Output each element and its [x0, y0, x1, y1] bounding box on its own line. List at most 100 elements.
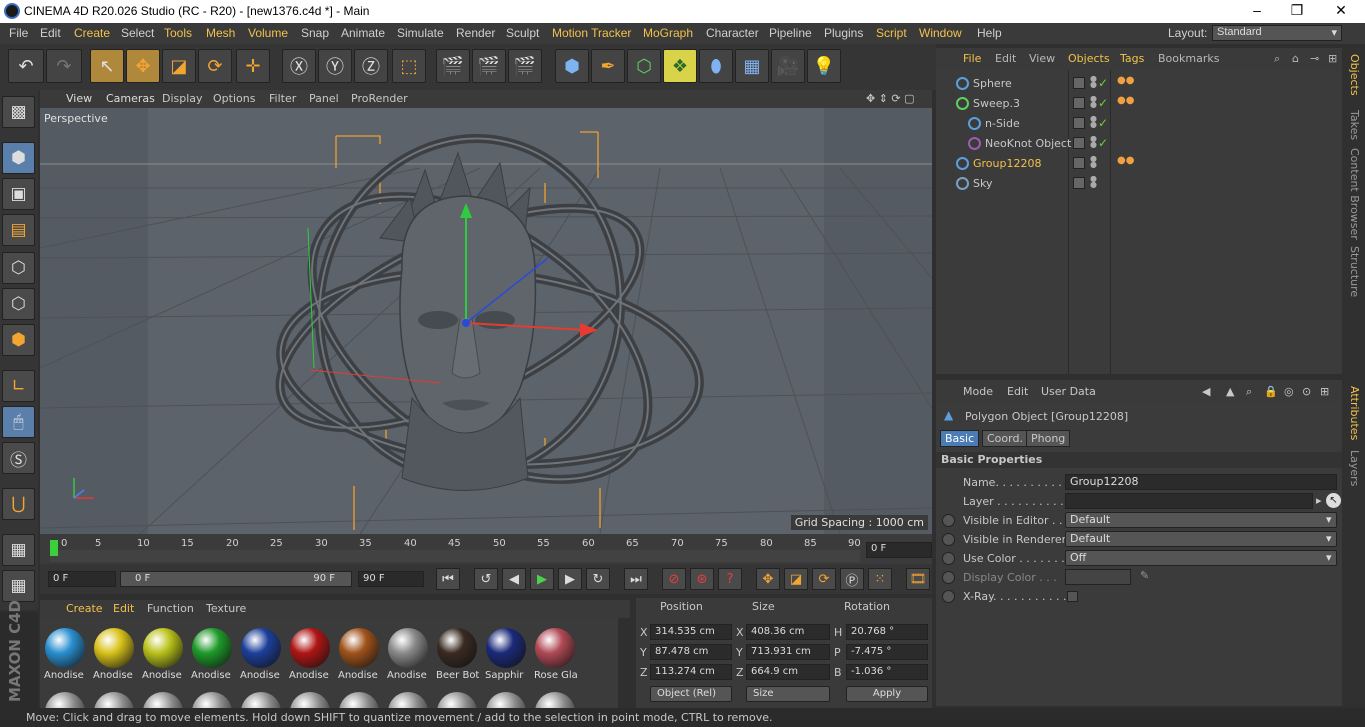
attribute-value[interactable]: Default — [1065, 512, 1337, 528]
scale-tool-button[interactable]: ◪ — [162, 49, 196, 83]
object-row[interactable]: Sky ● ● — [942, 174, 1342, 194]
next-frame-button[interactable]: ▶ — [558, 568, 582, 590]
tab-coord[interactable]: Coord. — [982, 430, 1028, 447]
layer-checkbox[interactable] — [1073, 97, 1085, 109]
viewport-menu-options[interactable]: Options — [213, 92, 255, 105]
material-swatch[interactable]: Anodise — [91, 624, 137, 682]
material-swatch[interactable]: Anodise — [42, 624, 88, 682]
visibility-dots-icon[interactable]: ● ● — [1090, 75, 1097, 89]
tab-basic[interactable]: Basic — [940, 430, 980, 447]
size-y-field[interactable]: 713.931 cm — [746, 644, 830, 660]
z-axis-button[interactable]: Ⓩ — [354, 49, 388, 83]
play-button[interactable]: ▶ — [530, 568, 554, 590]
tweak-mode-button[interactable]: 🖱 — [2, 406, 35, 438]
live-selection-button[interactable]: ↖ — [90, 49, 124, 83]
enabled-check-icon[interactable]: ✓ — [1098, 96, 1108, 110]
layout-dropdown[interactable]: Standard ▾ — [1212, 25, 1342, 41]
obj-menu-tags[interactable]: Tags — [1120, 52, 1144, 65]
link-icon[interactable]: ⊸ — [1310, 52, 1319, 65]
object-row[interactable]: Sphere ● ● ✓ ●● — [942, 74, 1342, 94]
menu-mograph[interactable]: MoGraph — [643, 26, 693, 40]
viewport-menu-display[interactable]: Display — [162, 92, 203, 105]
attr-menu-user-data[interactable]: User Data — [1041, 385, 1096, 398]
material-swatch-row2[interactable] — [189, 688, 235, 708]
obj-menu-view[interactable]: View — [1029, 52, 1055, 65]
rotation-p-field[interactable]: -7.475 ° — [846, 644, 928, 660]
material-swatch[interactable]: Anodise — [336, 624, 382, 682]
add-deformer-button[interactable]: ⬮ — [699, 49, 733, 83]
go-to-end-button[interactable]: ⏭ — [624, 568, 648, 590]
material-menu-edit[interactable]: Edit — [113, 602, 134, 615]
timeline[interactable]: 0 5 10 15 20 25 30 35 40 45 50 55 60 65 … — [40, 534, 932, 564]
object-row[interactable]: NeoKnot Object ● ● ✓ — [942, 134, 1342, 154]
next-key-button[interactable]: ↻ — [586, 568, 610, 590]
rotate-tool-button[interactable]: ⟳ — [198, 49, 232, 83]
keyframe-selection-button[interactable]: ? — [718, 568, 742, 590]
recent-tool-button[interactable]: ✛ — [236, 49, 270, 83]
menu-script[interactable]: Script — [876, 26, 907, 40]
add-subdivision-button[interactable]: ⬡ — [627, 49, 661, 83]
menu-tools[interactable]: Tools — [164, 26, 192, 40]
planar-workplane-button[interactable]: ▦ — [2, 570, 35, 602]
layer-checkbox[interactable] — [1073, 137, 1085, 149]
menu-mesh[interactable]: Mesh — [206, 26, 235, 40]
end-frame-field[interactable]: 90 F — [358, 571, 424, 587]
object-row[interactable]: Group12208 ● ● ●● — [942, 154, 1342, 174]
search-icon[interactable]: ⌕ — [1274, 52, 1280, 66]
add-spline-button[interactable]: ✒ — [591, 49, 625, 83]
animate-radio[interactable] — [942, 533, 955, 546]
add-camera-button[interactable]: 🎥 — [771, 49, 805, 83]
new-window-icon[interactable]: ⊞ — [1328, 52, 1337, 65]
side-tab-takes[interactable]: Takes — [1348, 110, 1361, 140]
render-settings-button[interactable]: 🎬 — [508, 49, 542, 83]
undo-button[interactable]: ↶ — [8, 49, 44, 83]
menu-pipeline[interactable]: Pipeline — [769, 26, 812, 40]
previous-key-button[interactable]: ↺ — [474, 568, 498, 590]
material-swatch[interactable]: Anodise — [140, 624, 186, 682]
menu-edit[interactable]: Edit — [40, 26, 61, 40]
layer-checkbox[interactable] — [1073, 77, 1085, 89]
material-swatch[interactable]: Anodise — [287, 624, 333, 682]
menu-sculpt[interactable]: Sculpt — [506, 26, 539, 40]
polygons-mode-button[interactable]: ⬢ — [2, 324, 35, 356]
model-mode-button[interactable]: ⬢ — [2, 142, 35, 174]
material-menu-function[interactable]: Function — [147, 602, 194, 615]
autokey-button[interactable]: ⊛ — [690, 568, 714, 590]
obj-menu-bookmarks[interactable]: Bookmarks — [1158, 52, 1219, 65]
display-color-swatch[interactable] — [1065, 569, 1131, 585]
menu-help[interactable]: Help — [977, 26, 1002, 40]
axis-mode-button[interactable]: ∟ — [2, 370, 35, 402]
tab-phong[interactable]: Phong — [1026, 430, 1071, 447]
point-level-key-button[interactable]: ⁙ — [868, 568, 892, 590]
viewport-menu-view[interactable]: View — [66, 92, 92, 105]
material-swatch-row2[interactable] — [287, 688, 333, 708]
material-swatch-row2[interactable] — [140, 688, 186, 708]
material-tag-icon[interactable]: ●● — [1117, 95, 1134, 106]
history-icon[interactable]: ⊙ — [1302, 385, 1311, 398]
viewport-menu-cameras[interactable]: Cameras — [106, 92, 155, 105]
move-tool-button[interactable]: ✥ — [126, 49, 160, 83]
material-menu-texture[interactable]: Texture — [206, 602, 246, 615]
minimize-button[interactable]: – — [1242, 2, 1272, 18]
material-tag-icon[interactable]: ●● — [1117, 75, 1134, 86]
locked-workplane-button[interactable]: ▦ — [2, 534, 35, 566]
material-swatch[interactable]: Rose Gla — [532, 624, 578, 682]
perspective-viewport[interactable]: Perspective Grid Spacing : 1000 cm — [40, 108, 932, 534]
attribute-value[interactable]: Default — [1065, 531, 1337, 547]
viewport-menu-prorender[interactable]: ProRender — [351, 92, 408, 105]
add-floor-button[interactable]: ▦ — [735, 49, 769, 83]
visibility-dots-icon[interactable]: ● ● — [1090, 175, 1097, 189]
make-editable-button[interactable]: ▩ — [2, 96, 35, 128]
timeline-window-button[interactable]: 🎞 — [906, 568, 930, 590]
go-to-start-button[interactable]: ⏮ — [436, 568, 460, 590]
apply-button[interactable]: Apply — [846, 686, 928, 702]
coordinate-system-button[interactable]: ⬚ — [392, 49, 426, 83]
add-light-button[interactable]: 💡 — [807, 49, 841, 83]
material-swatch-row2[interactable] — [434, 688, 480, 708]
menu-snap[interactable]: Snap — [301, 26, 329, 40]
size-mode-dropdown[interactable]: Size — [746, 686, 830, 702]
lock-icon[interactable]: 🔒 — [1264, 385, 1278, 398]
menu-plugins[interactable]: Plugins — [824, 26, 863, 40]
texture-mode-button[interactable]: ▣ — [2, 178, 35, 210]
material-swatch-row2[interactable] — [42, 688, 88, 708]
